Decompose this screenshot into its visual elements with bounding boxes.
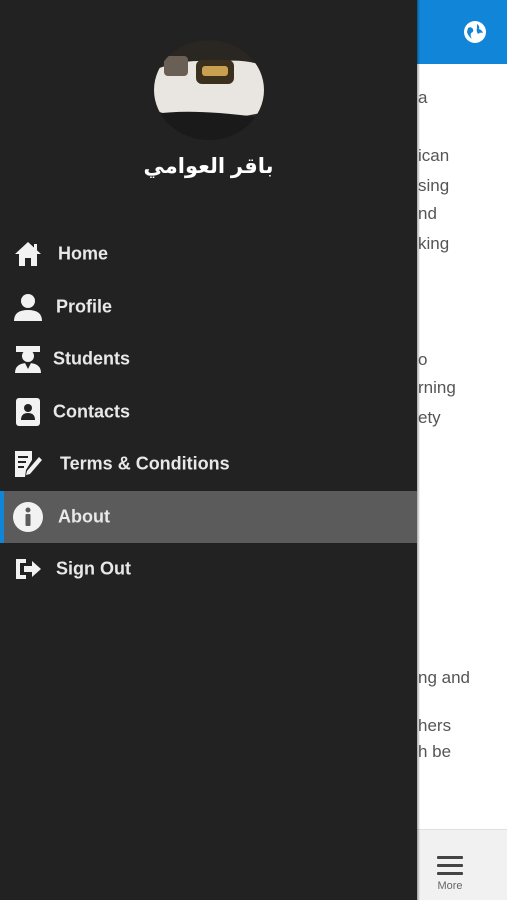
menu-item-terms[interactable]: Terms & Conditions [0,438,417,491]
more-button[interactable]: More [430,856,470,892]
menu-item-home[interactable]: Home [0,228,417,281]
menu-item-students[interactable]: Students [0,333,417,386]
background-text-line: rning [418,378,456,397]
sign-out-icon [16,559,41,580]
menu-label-sign-out: Sign Out [56,558,131,579]
menu-label-about: About [58,506,110,527]
menu-label-contacts: Contacts [53,401,131,422]
hamburger-icon [437,856,463,876]
background-text-line: hers [418,716,452,735]
globe-icon[interactable] [463,20,487,44]
drawer-menu: Home Profile Students Contacts Terms & C… [0,228,417,596]
user-name: باقر العوامي [143,155,274,178]
menu-label-home: Home [58,243,109,264]
drawer-shadow [417,0,420,900]
menu-item-sign-out[interactable]: Sign Out [0,543,417,596]
background-text-line: h be [418,742,452,761]
contact-card-icon [16,397,40,426]
background-text-line: ng and [418,668,470,687]
background-text-line: ican [418,146,450,165]
info-icon [13,501,43,532]
background-text-line: king [418,234,450,253]
background-text-line: ety [418,408,441,427]
menu-item-profile[interactable]: Profile [0,281,417,334]
menu-label-profile: Profile [56,296,113,317]
menu-label-terms: Terms & Conditions [60,453,230,474]
background-text-line: nd [418,204,437,223]
menu-item-about[interactable]: About [0,490,417,543]
home-icon [15,242,41,267]
menu-label-students: Students [53,348,131,369]
menu-item-contacts[interactable]: Contacts [0,386,417,439]
person-icon [14,293,42,321]
navigation-drawer: باقر العوامي Home Profile Students Conta… [0,0,417,900]
more-label: More [437,880,463,892]
document-edit-icon [15,451,42,478]
background-text-line: sing [418,176,450,195]
avatar-photo [154,40,264,140]
student-icon [15,346,41,374]
avatar[interactable] [154,40,264,140]
